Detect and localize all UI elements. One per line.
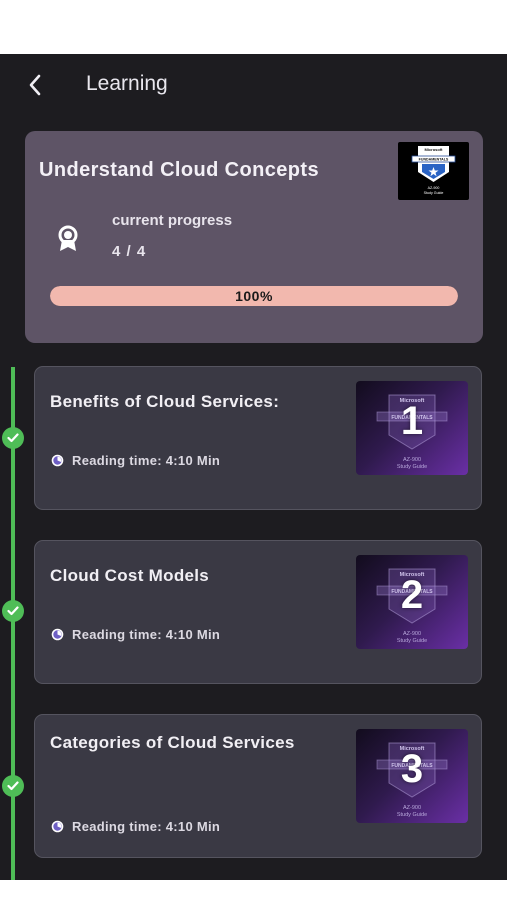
reading-time-text: Reading time: 4:10 Min: [72, 627, 221, 642]
svg-text:FUNDAMENTALS: FUNDAMENTALS: [419, 158, 449, 162]
lesson-card-1[interactable]: Benefits of Cloud Services: Reading time…: [34, 366, 482, 510]
svg-text:Study Guide: Study Guide: [397, 638, 427, 644]
lesson-card-3[interactable]: Categories of Cloud Services Reading tim…: [34, 714, 482, 858]
lesson-title: Categories of Cloud Services: [50, 733, 295, 752]
svg-text:AZ-900: AZ-900: [428, 186, 440, 190]
reading-time: Reading time: 4:10 Min: [51, 819, 220, 834]
check-icon: [2, 427, 24, 449]
progress-count: 4 / 4: [112, 243, 147, 260]
reading-time: Reading time: 4:10 Min: [51, 627, 220, 642]
screen: Learning Understand Cloud Concepts Micro…: [0, 54, 507, 880]
lesson-title: Cloud Cost Models: [50, 566, 210, 585]
reading-time: Reading time: 4:10 Min: [51, 453, 220, 468]
clock-icon: [51, 628, 64, 641]
page-title: Learning: [86, 72, 168, 95]
reading-time-text: Reading time: 4:10 Min: [72, 819, 221, 834]
app-header: Learning: [0, 54, 507, 118]
lesson-card-2[interactable]: Cloud Cost Models Reading time: 4:10 Min…: [34, 540, 482, 684]
course-card: Understand Cloud Concepts Microsoft FUND…: [25, 131, 483, 343]
progress-bar: 100%: [50, 286, 458, 306]
svg-text:AZ-900: AZ-900: [403, 805, 421, 811]
lesson-thumbnail: Microsoft FUNDAMENTALS AZ-900 Study Guid…: [356, 381, 468, 475]
lesson-thumbnail: Microsoft FUNDAMENTALS AZ-900 Study Guid…: [356, 729, 468, 823]
svg-text:Study Guide: Study Guide: [424, 191, 444, 195]
award-ribbon-icon: [53, 223, 83, 255]
check-icon: [2, 600, 24, 622]
back-button[interactable]: [22, 70, 48, 100]
reading-time-text: Reading time: 4:10 Min: [72, 453, 221, 468]
course-title: Understand Cloud Concepts: [39, 159, 320, 181]
svg-text:AZ-900: AZ-900: [403, 631, 421, 637]
svg-text:Study Guide: Study Guide: [397, 464, 427, 470]
check-icon: [2, 775, 24, 797]
clock-icon: [51, 820, 64, 833]
lesson-number: 3: [400, 747, 424, 791]
progress-percent: 100%: [235, 288, 273, 304]
course-thumbnail: Microsoft FUNDAMENTALS AZ-900 Study Guid…: [398, 142, 469, 200]
chevron-left-icon: [29, 74, 41, 96]
progress-label: current progress: [112, 212, 233, 229]
svg-text:Study Guide: Study Guide: [397, 812, 427, 818]
lesson-thumbnail: Microsoft FUNDAMENTALS AZ-900 Study Guid…: [356, 555, 468, 649]
svg-text:Microsoft: Microsoft: [425, 147, 444, 152]
lesson-number: 2: [400, 573, 424, 617]
svg-text:AZ-900: AZ-900: [403, 457, 421, 463]
lesson-number: 1: [400, 399, 424, 443]
lesson-title: Benefits of Cloud Services:: [50, 392, 280, 411]
clock-icon: [51, 454, 64, 467]
